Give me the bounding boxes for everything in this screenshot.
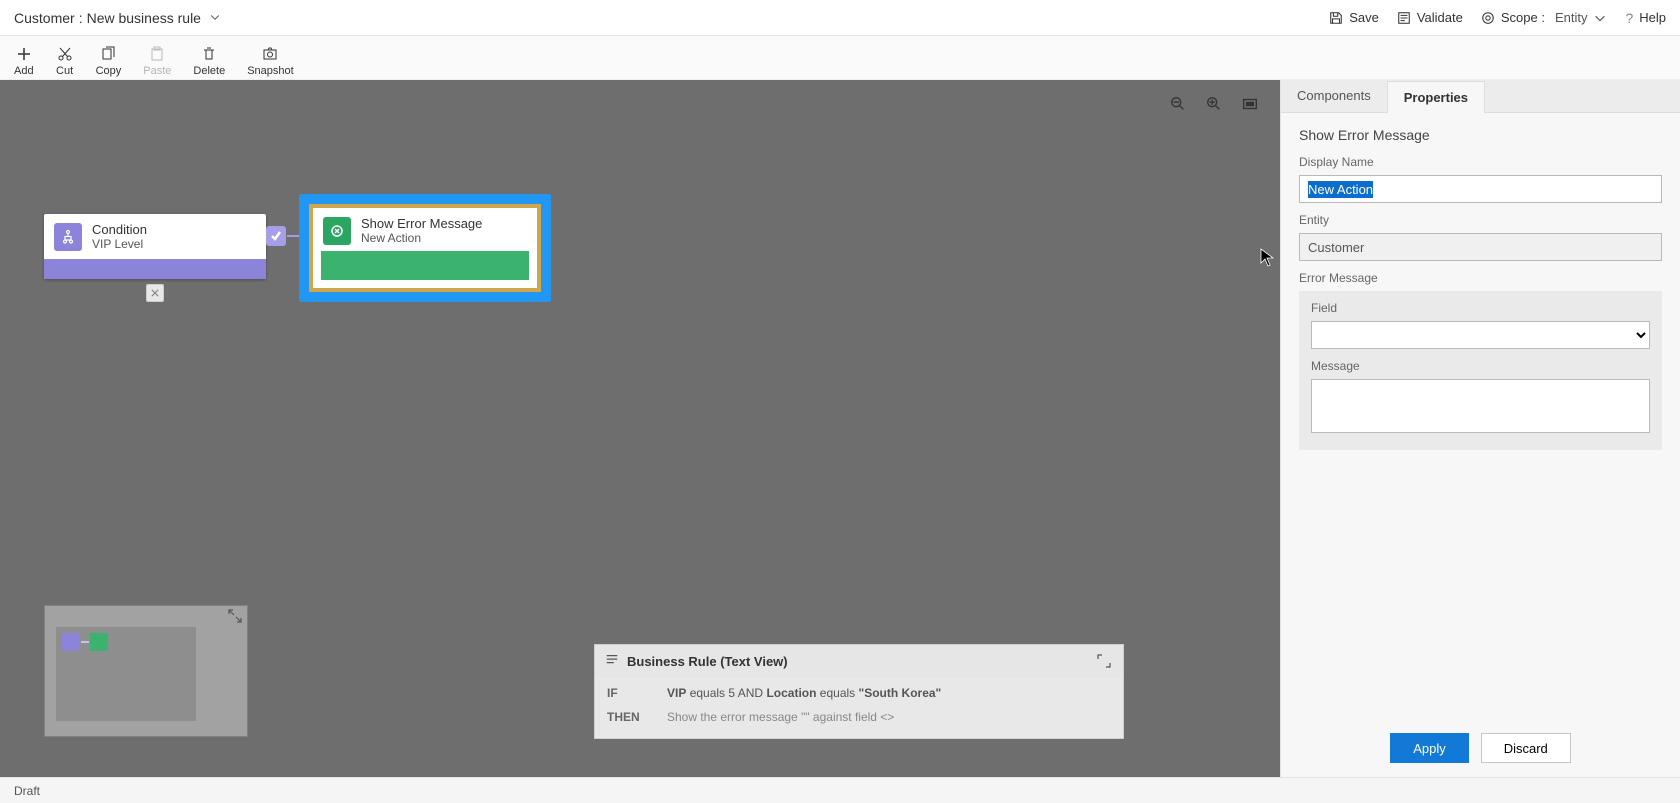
camera-icon	[261, 45, 279, 63]
expand-icon[interactable]	[1097, 654, 1113, 670]
error-message-label: Error Message	[1299, 271, 1662, 285]
add-button[interactable]: Add	[14, 45, 34, 77]
snapshot-button[interactable]: Snapshot	[247, 45, 293, 77]
condition-title: Condition	[92, 222, 147, 237]
chevron-down-icon	[1593, 11, 1607, 25]
condition-node[interactable]: Condition VIP Level	[44, 214, 266, 279]
mouse-cursor	[1260, 248, 1274, 268]
minimap-connector	[81, 641, 89, 643]
action-node-selected[interactable]: Show Error Message New Action	[299, 194, 551, 302]
message-textarea[interactable]	[1311, 379, 1650, 433]
condition-icon	[54, 223, 82, 251]
help-icon: ?	[1625, 10, 1633, 26]
text-view-title: Business Rule (Text View)	[627, 654, 788, 669]
minimap[interactable]	[44, 605, 248, 737]
minimap-action	[90, 633, 108, 651]
paste-icon	[148, 45, 166, 63]
action-status-bar	[321, 251, 529, 280]
entity-label: Entity	[1299, 213, 1662, 227]
copy-icon	[99, 45, 117, 63]
trash-icon	[200, 45, 218, 63]
condition-false-connector[interactable]	[146, 284, 164, 302]
tab-properties[interactable]: Properties	[1387, 81, 1485, 113]
copy-button[interactable]: Copy	[96, 45, 122, 77]
scope-dropdown[interactable]: Scope : Entity	[1481, 10, 1608, 25]
business-rule-text-view: Business Rule (Text View) IF VIP equals …	[594, 644, 1124, 739]
action-title: Show Error Message	[361, 216, 482, 231]
properties-section-title: Show Error Message	[1299, 127, 1662, 143]
text-view-icon	[605, 653, 619, 670]
save-button[interactable]: Save	[1329, 10, 1379, 25]
action-subtitle: New Action	[361, 231, 482, 245]
paste-button: Paste	[143, 45, 171, 77]
field-label: Field	[1311, 301, 1650, 315]
entity-input	[1299, 233, 1662, 261]
tab-components[interactable]: Components	[1281, 80, 1387, 112]
entity-label: Customer	[14, 10, 75, 26]
cut-button[interactable]: Cut	[56, 45, 74, 77]
plus-icon	[15, 45, 33, 63]
message-label: Message	[1311, 359, 1650, 373]
condition-subtitle: VIP Level	[92, 237, 147, 251]
validate-button[interactable]: Validate	[1397, 10, 1463, 25]
condition-true-connector[interactable]	[266, 226, 286, 246]
chevron-down-icon	[209, 10, 221, 26]
flow-connector	[287, 235, 299, 237]
display-name-input[interactable]: New Action	[1299, 175, 1662, 203]
expand-icon[interactable]	[228, 609, 242, 623]
discard-button[interactable]: Discard	[1481, 733, 1571, 763]
error-message-icon	[323, 217, 351, 245]
help-button[interactable]: ? Help	[1625, 10, 1666, 26]
field-select[interactable]	[1311, 321, 1650, 349]
display-name-label: Display Name	[1299, 155, 1662, 169]
apply-button[interactable]: Apply	[1390, 733, 1469, 763]
zoom-out-button[interactable]	[1168, 94, 1188, 114]
fit-to-screen-button[interactable]	[1240, 94, 1260, 114]
condition-status-bar	[44, 259, 266, 279]
minimap-condition	[62, 633, 80, 651]
breadcrumb[interactable]: Customer: New business rule	[14, 10, 221, 26]
delete-button[interactable]: Delete	[193, 45, 225, 77]
designer-canvas[interactable]: Condition VIP Level Show Error Message	[0, 80, 1280, 777]
scissors-icon	[56, 45, 74, 63]
status-text: Draft	[14, 784, 40, 798]
rule-name: New business rule	[87, 10, 201, 26]
zoom-in-button[interactable]	[1204, 94, 1224, 114]
